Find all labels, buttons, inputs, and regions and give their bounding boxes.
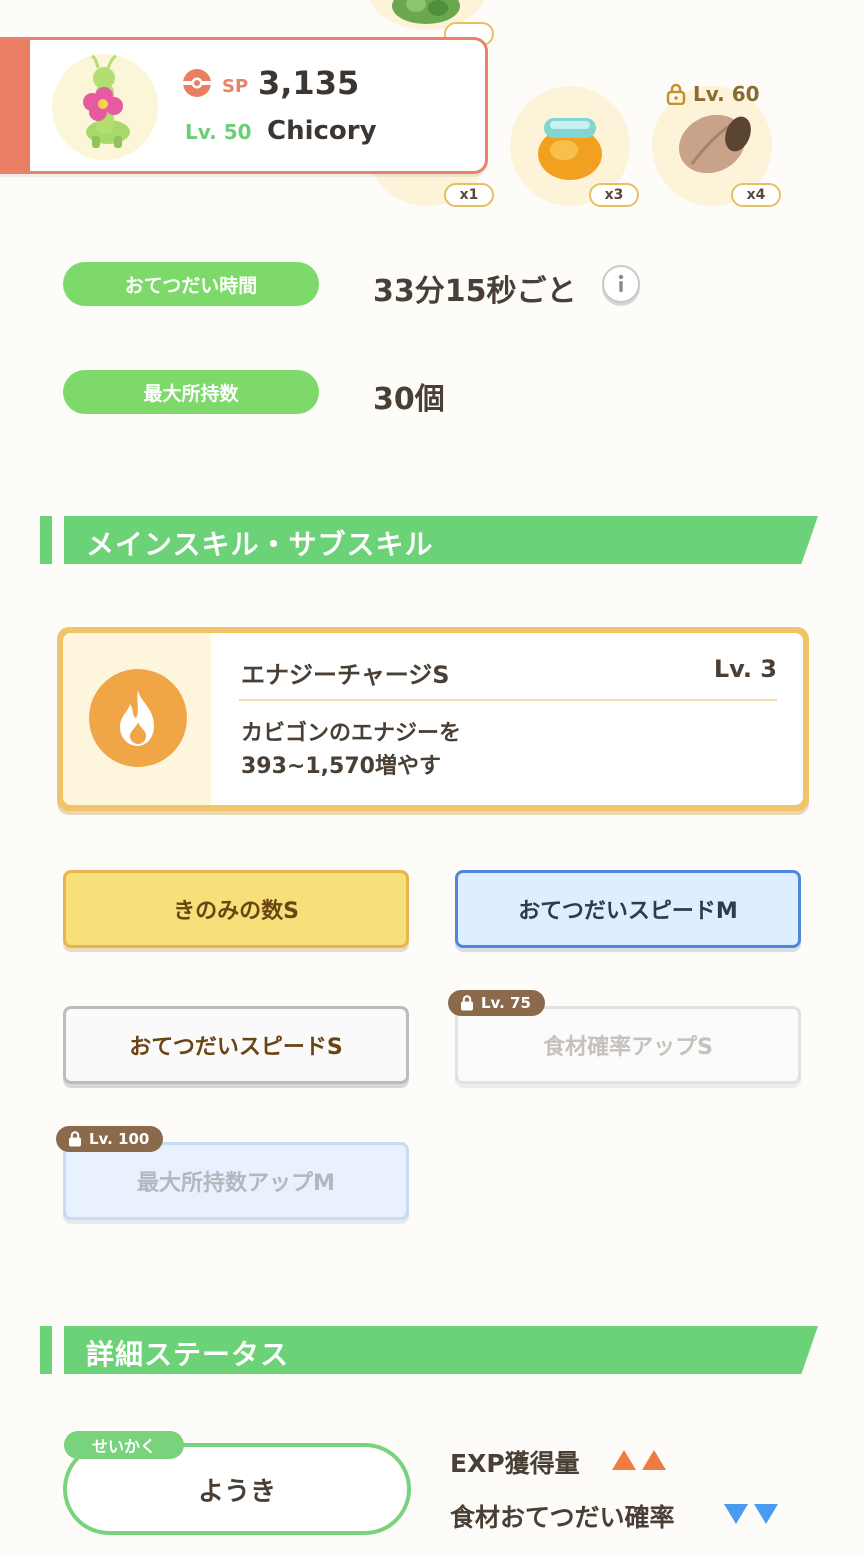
ingredient-qty-2: x3 xyxy=(589,183,639,207)
skills-section-header: メインスキル・サブスキル xyxy=(40,516,818,564)
sp-label: SP xyxy=(222,76,249,97)
sub-skill-2[interactable]: おてつだいスピードM xyxy=(455,870,801,948)
pokemon-name: Chicory xyxy=(267,116,377,146)
nature-up-label: EXP獲得量 xyxy=(450,1449,580,1478)
details-section-title: 詳細ステータス xyxy=(86,1338,290,1371)
main-skill-level: Lv. 3 xyxy=(713,655,777,683)
lock-icon xyxy=(461,995,473,1011)
sub-skill-5[interactable]: 最大所持数アップM xyxy=(63,1142,409,1220)
sub-skill-1[interactable]: きのみの数S xyxy=(63,870,409,948)
pokemon-avatar xyxy=(52,54,158,160)
nature-tag: せいかく xyxy=(64,1431,184,1459)
sub-skill-5-lock-badge: Lv. 100 xyxy=(56,1126,164,1152)
skill-desc-line-1: カビゴンのエナジーを xyxy=(241,721,462,746)
sub-skill-4[interactable]: 食材確率アップS xyxy=(455,1006,801,1084)
skill-divider xyxy=(239,699,777,701)
sp-value: 3,135 xyxy=(258,64,360,102)
skill-desc-line-2: 393~1,570増やす xyxy=(241,754,441,779)
nature-value: ようき xyxy=(197,1476,276,1507)
lock-icon xyxy=(69,1131,81,1147)
ingredient-qty-3: x4 xyxy=(731,183,781,207)
main-skill-inner: エナジーチャージS Lv. 3 カビゴンのエナジーを 393~1,570増やす xyxy=(63,633,803,805)
help-time-value: 33分15秒ごと xyxy=(373,274,577,309)
nature-down-label: 食材おてつだい確率 xyxy=(450,1503,675,1532)
details-section-header: 詳細ステータス xyxy=(40,1326,818,1374)
info-button[interactable] xyxy=(602,265,640,303)
section-bar xyxy=(40,516,52,564)
ingredient-qty-1: x1 xyxy=(444,183,494,207)
max-carry-label: 最大所持数 xyxy=(63,370,319,414)
pokemon-sprite-icon xyxy=(83,54,130,148)
pokemon-level: Lv. 50 xyxy=(185,120,252,144)
sub-skill-4-lock-level: Lv. 75 xyxy=(481,994,531,1012)
honey-jar-icon xyxy=(538,118,602,180)
main-skill-card[interactable]: エナジーチャージS Lv. 3 カビゴンのエナジーを 393~1,570増やす xyxy=(57,627,809,811)
lock-icon xyxy=(666,83,686,105)
skills-section-title: メインスキル・サブスキル xyxy=(86,528,434,561)
ingredient-3-lock: Lv. 60 xyxy=(665,82,760,106)
main-skill-name: エナジーチャージS xyxy=(241,661,450,689)
sub-skill-4-lock-badge: Lv. 75 xyxy=(448,990,545,1016)
ingredient-3-lock-level: Lv. 60 xyxy=(693,82,760,106)
sub-skill-5-lock-level: Lv. 100 xyxy=(89,1130,150,1148)
pokeball-icon xyxy=(183,69,211,97)
flame-icon xyxy=(89,669,187,767)
help-time-label: おてつだい時間 xyxy=(63,262,319,306)
max-carry-value: 30個 xyxy=(373,382,445,417)
up-arrows-icon xyxy=(612,1450,666,1470)
card-accent-strip xyxy=(0,40,30,171)
down-arrows-icon xyxy=(724,1504,778,1524)
info-icon xyxy=(618,274,624,292)
sub-skill-3[interactable]: おてつだいスピードS xyxy=(63,1006,409,1084)
cacao-bean-icon xyxy=(678,114,751,174)
pokemon-card[interactable]: SP 3,135 Lv. 50 Chicory xyxy=(0,37,488,174)
section-bar xyxy=(40,1326,52,1374)
main-skill-description: カビゴンのエナジーを 393~1,570増やす xyxy=(241,717,461,783)
